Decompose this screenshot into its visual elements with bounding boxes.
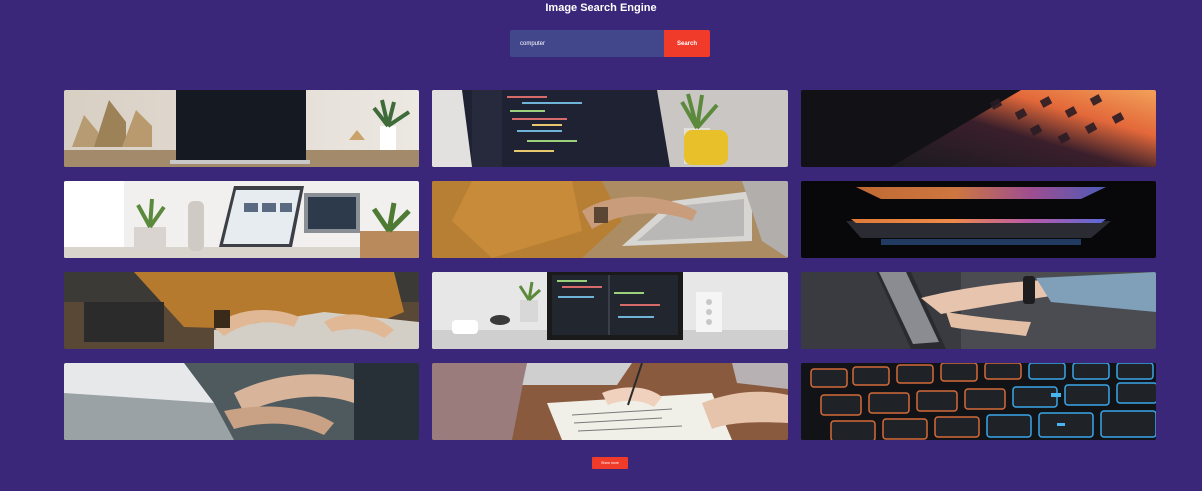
image-result[interactable] [64, 90, 419, 167]
laptop-desk-plant-photo [64, 90, 419, 167]
show-more-button[interactable]: Show more [592, 457, 628, 469]
hands-typing-laptop-photo [432, 181, 788, 258]
image-result[interactable] [64, 272, 419, 349]
image-result[interactable] [801, 181, 1156, 258]
typing-closeup-photo [64, 363, 419, 440]
writing-notes-photo [432, 363, 788, 440]
search-input[interactable] [510, 30, 664, 57]
hand-pointing-tablet-photo [801, 272, 1156, 349]
page-title: Image Search Engine [545, 2, 657, 14]
backlit-keyboard-photo [801, 363, 1156, 440]
person-writing-photo [64, 272, 419, 349]
laptop-code-plant-mug-photo [432, 90, 788, 167]
laptop-code-desk-photo [432, 272, 788, 349]
image-result[interactable] [64, 363, 419, 440]
image-result[interactable] [801, 363, 1156, 440]
image-result[interactable] [432, 181, 788, 258]
search-form: Search [510, 30, 710, 57]
image-results-grid [64, 90, 1156, 440]
image-result[interactable] [432, 363, 788, 440]
image-result[interactable] [801, 272, 1156, 349]
laptop-bright-room-photo [64, 181, 419, 258]
image-result[interactable] [432, 90, 788, 167]
image-result[interactable] [64, 181, 419, 258]
search-button[interactable]: Search [664, 30, 710, 57]
image-result[interactable] [432, 272, 788, 349]
image-result[interactable] [801, 90, 1156, 167]
glowing-laptop-edge-photo [801, 181, 1156, 258]
image-search-page: Image Search Engine Search [0, 0, 1202, 491]
neon-laptop-keyboard-photo [801, 90, 1156, 167]
